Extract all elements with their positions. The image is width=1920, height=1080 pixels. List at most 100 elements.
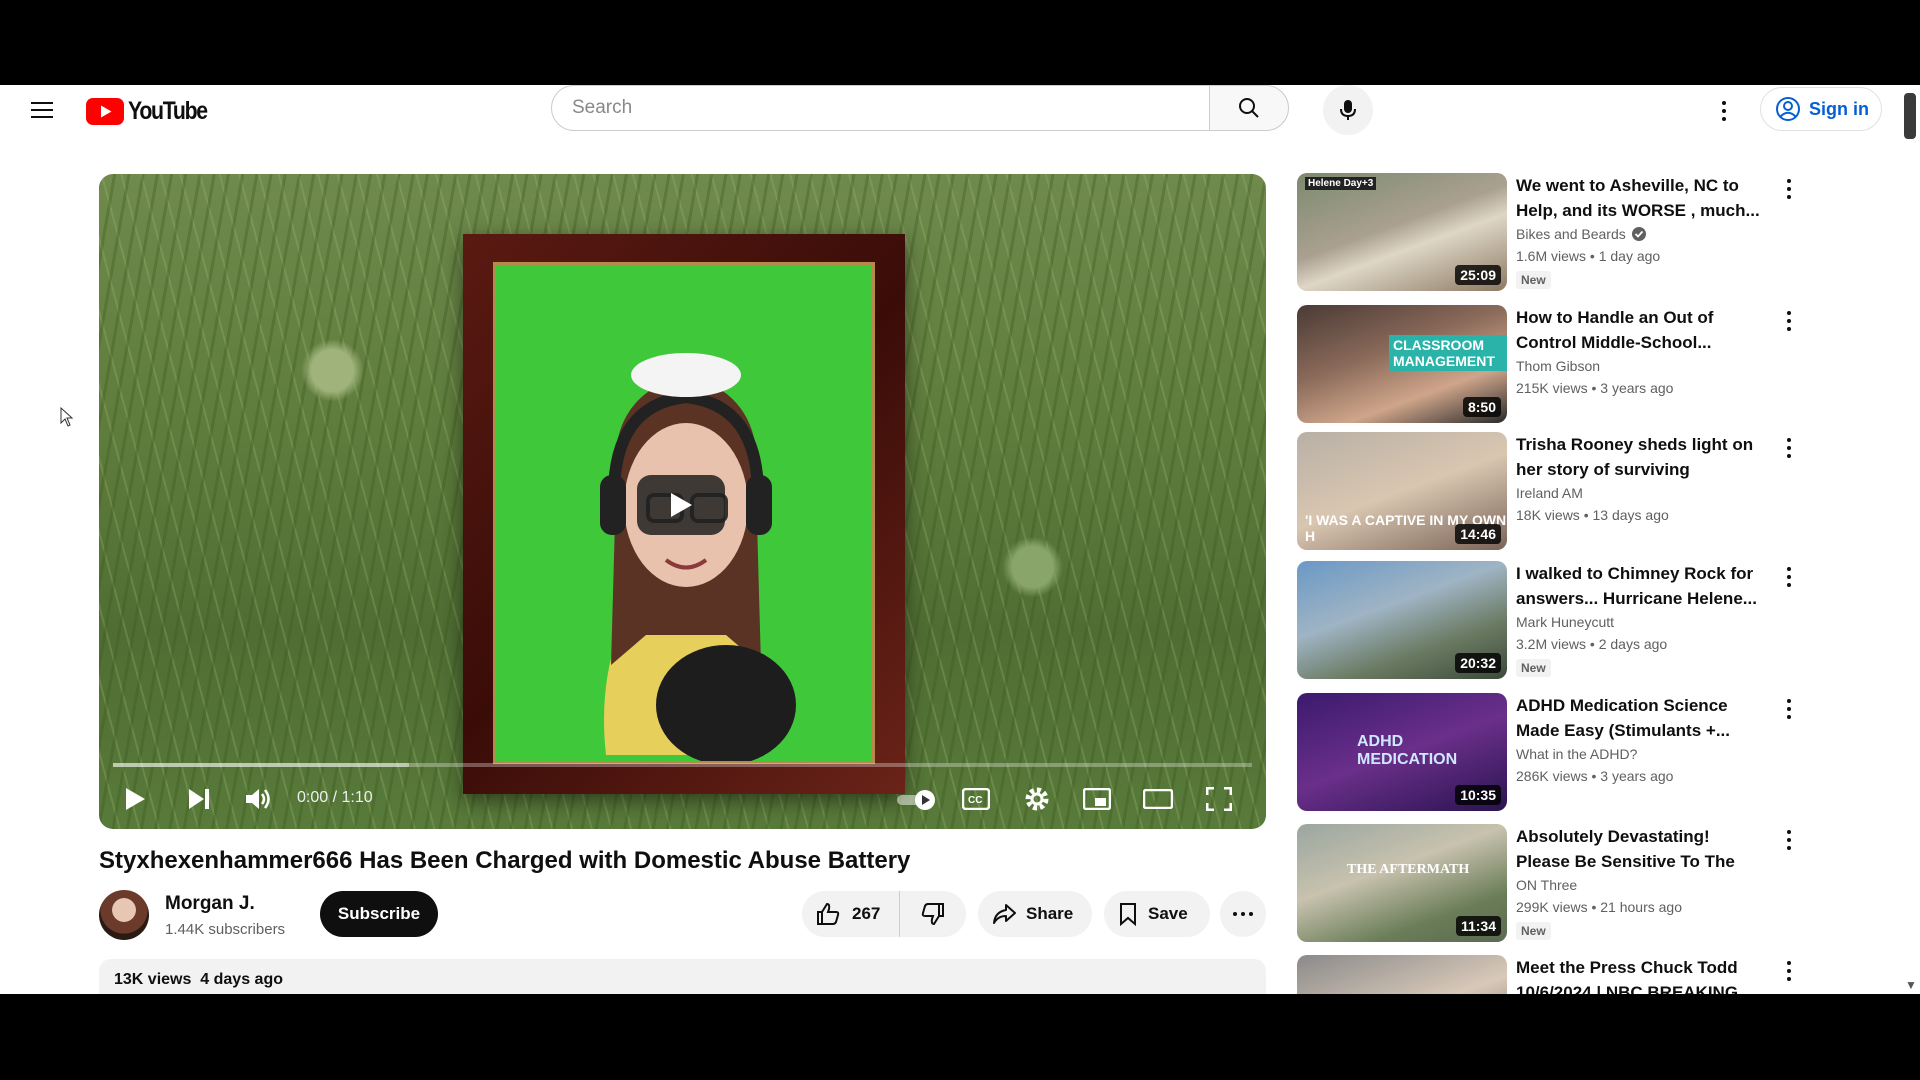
thumbnail-text: THE AFTERMATH xyxy=(1347,862,1470,877)
search-input[interactable] xyxy=(551,85,1209,131)
recommendation-channel[interactable]: ON Three xyxy=(1516,877,1577,893)
voice-search-button[interactable] xyxy=(1323,85,1373,135)
recommendation-channel[interactable]: Bikes and Beards xyxy=(1516,226,1646,242)
time-display: 0:00 / 1:10 xyxy=(297,789,373,806)
recommendation-menu-button[interactable] xyxy=(1779,830,1799,856)
recommendation-channel-name: Bikes and Beards xyxy=(1516,226,1626,242)
recommendation-item[interactable]: THE AFTERMATH 11:34 Absolutely Devastating… xyxy=(1297,824,1857,942)
recommendation-title[interactable]: Trisha Rooney sheds light on her story o… xyxy=(1516,432,1768,482)
recommendation-title[interactable]: I walked to Chimney Rock for answers... … xyxy=(1516,561,1768,611)
subscribe-button[interactable]: Subscribe xyxy=(320,891,438,937)
recommendation-stats: 3.2M views • 2 days ago xyxy=(1516,636,1668,652)
more-vert-icon xyxy=(1722,101,1726,105)
channel-name[interactable]: Morgan J. xyxy=(165,893,255,915)
large-play-button[interactable] xyxy=(637,475,725,535)
search-button[interactable] xyxy=(1209,85,1289,131)
recommendation-stats: 1.6M views • 1 day ago xyxy=(1516,248,1661,264)
save-label: Save xyxy=(1148,904,1188,923)
recommendation-channel[interactable]: Thom Gibson xyxy=(1516,358,1600,374)
play-button[interactable] xyxy=(117,783,153,815)
recommendation-item[interactable]: ADHD MEDICATION 10:35 ADHD Medication Scie… xyxy=(1297,693,1857,811)
recommendation-menu-button[interactable] xyxy=(1779,438,1799,464)
recommendation-menu-button[interactable] xyxy=(1779,567,1799,593)
video-duration: 20:32 xyxy=(1455,653,1501,673)
more-vert-icon xyxy=(1787,830,1791,834)
save-button[interactable]: Save xyxy=(1104,891,1210,937)
recommendation-item[interactable]: 20:32 I walked to Chimney Rock for answer… xyxy=(1297,561,1857,679)
scroll-down-arrow-icon[interactable]: ▼ xyxy=(1905,978,1917,992)
recommendation-channel-name: Mark Huneycutt xyxy=(1516,614,1615,630)
recommendation-menu-button[interactable] xyxy=(1779,699,1799,725)
mute-button[interactable] xyxy=(240,783,276,815)
video-thumbnail[interactable]: 'I WAS A CAPTIVE IN MY OWN H 14:46 xyxy=(1297,432,1507,550)
recommendation-channel[interactable]: Ireland AM xyxy=(1516,485,1583,501)
closed-captions-icon: CC xyxy=(962,788,990,810)
more-vert-icon xyxy=(1787,311,1791,315)
recommendation-title[interactable]: We went to Asheville, NC to Help, and it… xyxy=(1516,173,1768,223)
subscriber-count: 1.44K subscribers xyxy=(165,921,286,938)
like-dislike-group: 267 xyxy=(802,891,966,937)
youtube-logo[interactable]: YouTube xyxy=(86,96,221,126)
fullscreen-button[interactable] xyxy=(1201,783,1237,815)
recommendation-title[interactable]: Absolutely Devastating! Please Be Sensit… xyxy=(1516,824,1768,874)
recommendation-item[interactable]: Helene Day+3 25:09 We went to Asheville, N… xyxy=(1297,173,1857,291)
video-player[interactable]: 0:00 / 1:10 CC xyxy=(99,174,1266,829)
like-count: 267 xyxy=(852,904,881,923)
dislike-button[interactable] xyxy=(900,891,966,937)
skip-next-icon xyxy=(189,789,209,809)
scrollbar-thumb[interactable] xyxy=(1904,93,1916,139)
theater-mode-button[interactable] xyxy=(1140,783,1176,815)
video-thumbnail[interactable]: ADHD MEDICATION 10:35 xyxy=(1297,693,1507,811)
thumbnail-text: Helene Day+3 xyxy=(1305,177,1377,190)
recommendation-item[interactable]: CLASSROOM MANAGEMENT 8:50 How to Handle an… xyxy=(1297,305,1857,423)
autoplay-icon xyxy=(897,790,935,810)
captions-button[interactable]: CC xyxy=(958,783,994,815)
menu-icon[interactable] xyxy=(28,97,56,125)
like-button[interactable]: 267 xyxy=(802,891,900,937)
recommendation-item[interactable]: Meet the Press Chuck Todd 10/6/2024 | NB… xyxy=(1297,955,1857,994)
recommendation-menu-button[interactable] xyxy=(1779,179,1799,205)
video-thumbnail[interactable]: THE AFTERMATH 11:34 xyxy=(1297,824,1507,942)
recommendation-channel-name: What in the ADHD? xyxy=(1516,746,1638,762)
fullscreen-icon xyxy=(1206,787,1232,811)
recommendation-menu-button[interactable] xyxy=(1779,961,1799,987)
thumbs-up-icon xyxy=(817,902,840,925)
recommendation-title[interactable]: ADHD Medication Science Made Easy (Stimu… xyxy=(1516,693,1768,743)
account-icon xyxy=(1776,97,1800,121)
video-thumbnail[interactable] xyxy=(1297,955,1507,994)
next-button[interactable] xyxy=(181,783,217,815)
play-icon xyxy=(671,493,692,517)
volume-icon xyxy=(246,789,270,809)
autoplay-toggle[interactable] xyxy=(894,783,940,815)
video-thumbnail[interactable]: 20:32 xyxy=(1297,561,1507,679)
recommendation-menu-button[interactable] xyxy=(1779,311,1799,337)
miniplayer-button[interactable] xyxy=(1079,783,1115,815)
thumbnail-text: ADHD MEDICATION xyxy=(1357,733,1458,768)
recommendation-channel-name: Thom Gibson xyxy=(1516,358,1601,374)
channel-avatar[interactable] xyxy=(99,890,149,940)
recommendation-channel[interactable]: Mark Huneycutt xyxy=(1516,614,1614,630)
youtube-page: YouTube Search Sign in 0:00 / 1:10 CC St… xyxy=(0,85,1920,994)
svg-text:CC: CC xyxy=(968,795,982,806)
video-duration: 11:34 xyxy=(1455,916,1501,936)
video-title: Styxhexenhammer666 Has Been Charged with… xyxy=(99,847,911,874)
recommendation-title[interactable]: Meet the Press Chuck Todd 10/6/2024 | NB… xyxy=(1516,955,1768,994)
sign-in-button[interactable]: Sign in xyxy=(1760,87,1882,131)
more-vert-icon xyxy=(1787,699,1791,703)
description-box[interactable]: 13K views 4 days ago xyxy=(99,959,1266,994)
video-thumbnail[interactable]: Helene Day+3 25:09 xyxy=(1297,173,1507,291)
recommendation-channel[interactable]: What in the ADHD? xyxy=(1516,746,1637,762)
video-thumbnail[interactable]: CLASSROOM MANAGEMENT 8:50 xyxy=(1297,305,1507,423)
settings-menu-button[interactable] xyxy=(1710,93,1738,129)
recommendation-title[interactable]: How to Handle an Out of Control Middle-S… xyxy=(1516,305,1768,355)
share-button[interactable]: Share xyxy=(978,891,1092,937)
new-badge: New xyxy=(1516,271,1551,289)
video-duration: 25:09 xyxy=(1455,265,1501,285)
recommendation-stats: 18K views • 13 days ago xyxy=(1516,507,1669,523)
player-controls: 0:00 / 1:10 CC xyxy=(99,767,1266,829)
new-badge: New xyxy=(1516,659,1551,677)
more-actions-button[interactable] xyxy=(1220,891,1266,937)
recommendation-item[interactable]: 'I WAS A CAPTIVE IN MY OWN H 14:46 Trisha … xyxy=(1297,432,1857,550)
settings-button[interactable] xyxy=(1019,783,1055,815)
page-scrollbar[interactable]: ▼ xyxy=(1902,85,1918,994)
